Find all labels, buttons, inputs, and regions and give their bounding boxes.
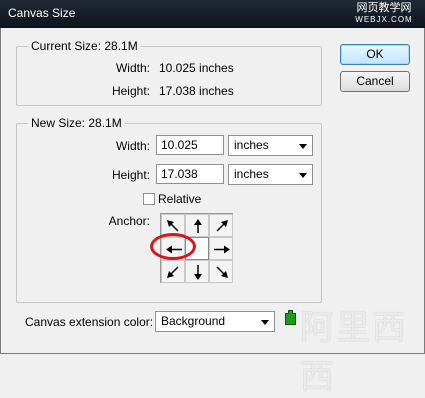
watermark-top: 网页教学网 WEBJX.COM: [346, 2, 422, 26]
new-size-legend: New Size: 28.1M: [28, 116, 125, 130]
current-width-label: Width:: [115, 61, 150, 75]
watermark-bottom: 阿里西西: [300, 308, 408, 397]
ok-button[interactable]: OK: [340, 44, 410, 65]
chevron-down-icon: [299, 144, 307, 149]
arrow-down-left-icon: [167, 266, 179, 278]
anchor-top[interactable]: [185, 214, 209, 237]
extension-color-select[interactable]: Background: [155, 311, 275, 332]
height-unit-value: inches: [234, 167, 269, 181]
anchor-right[interactable]: [209, 237, 233, 260]
arrow-right-icon: [214, 245, 230, 254]
width-unit-value: inches: [234, 138, 269, 152]
width-unit-select[interactable]: inches: [228, 135, 313, 156]
title-bar[interactable]: Canvas Size 网页教学网 WEBJX.COM: [0, 0, 425, 28]
arrow-down-right-icon: [216, 266, 228, 278]
width-input[interactable]: 10.025: [156, 135, 224, 155]
current-height-label: Height:: [111, 84, 150, 98]
extension-color-label: Canvas extension color:: [25, 315, 154, 329]
anchor-top-right[interactable]: [209, 214, 233, 237]
height-unit-select[interactable]: inches: [228, 164, 313, 185]
cancel-button[interactable]: Cancel: [340, 71, 410, 92]
chevron-down-icon: [299, 173, 307, 178]
red-annotation-circle: [150, 233, 196, 260]
relative-checkbox[interactable]: [143, 193, 155, 205]
anchor-bottom-right[interactable]: [209, 260, 233, 283]
watermark-top-line2: WEBJX.COM: [355, 15, 413, 24]
current-size-legend: Current Size: 28.1M: [28, 39, 141, 53]
chevron-down-icon: [261, 320, 269, 325]
extension-color-value: Background: [161, 314, 226, 328]
watermark-top-line1: 网页教学网: [356, 2, 412, 14]
new-height-label: Height:: [111, 168, 150, 182]
anchor-bottom-left[interactable]: [161, 260, 185, 283]
new-width-label: Width:: [115, 139, 150, 153]
relative-label: Relative: [158, 192, 202, 206]
current-height-value: 17.038 inches: [159, 84, 234, 98]
color-swatch[interactable]: [285, 310, 296, 325]
current-width-value: 10.025 inches: [159, 61, 234, 75]
arrow-up-right-icon: [216, 220, 228, 232]
anchor-bottom[interactable]: [185, 260, 209, 283]
swatch-tab: [288, 310, 293, 314]
arrow-up-icon: [194, 219, 202, 233]
height-input[interactable]: 17.038: [156, 164, 224, 184]
arrow-down-icon: [194, 265, 202, 280]
anchor-label: Anchor:: [108, 214, 150, 228]
window-title: Canvas Size: [8, 6, 76, 20]
